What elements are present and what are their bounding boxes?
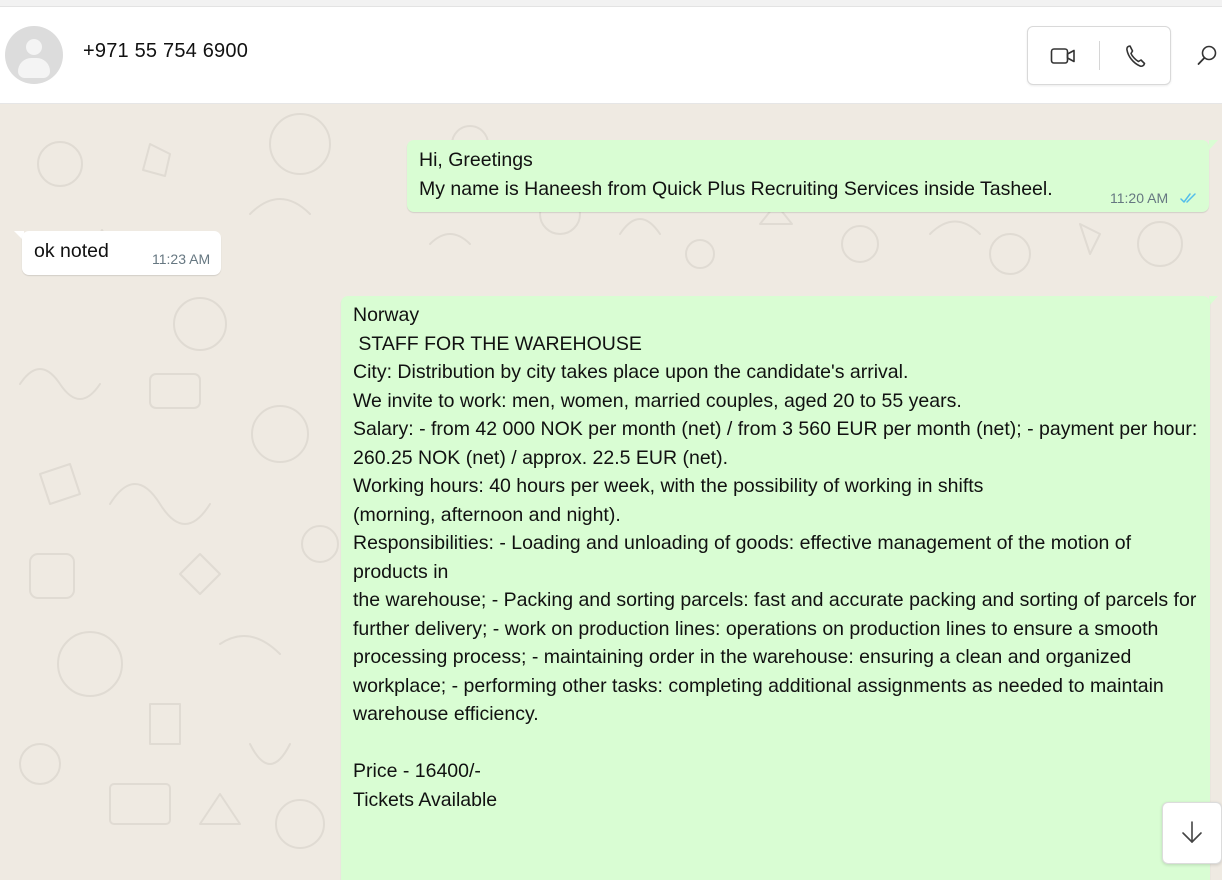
- read-receipt-double-check-icon: [1180, 193, 1196, 203]
- message-bubble-outgoing[interactable]: Norway STAFF FOR THE WAREHOUSE City: Dis…: [341, 296, 1210, 880]
- message-line: Tickets Available: [353, 788, 498, 811]
- message-line: City: Distribution by city takes place u…: [353, 361, 909, 383]
- search-button[interactable]: [1193, 41, 1221, 69]
- message-line: further delivery; - work on production l…: [353, 617, 1159, 640]
- message-timestamp: 11:20 AM: [1110, 190, 1169, 206]
- message-line: Price - 16400/-: [353, 760, 481, 782]
- message-text: ok noted: [34, 240, 109, 262]
- message-line: (morning, afternoon and night).: [353, 503, 621, 526]
- message-line: workplace; - performing other tasks: com…: [353, 674, 1164, 697]
- call-buttons-group: [1027, 26, 1171, 85]
- message-text: My name is Haneesh from Quick Plus Recru…: [419, 178, 1053, 200]
- video-call-icon: [1050, 47, 1075, 64]
- video-call-button[interactable]: [1028, 27, 1098, 84]
- message-line: ​: [353, 729, 1203, 758]
- voice-call-icon: [1126, 44, 1146, 67]
- window-top-strip: [0, 0, 1222, 7]
- message-line: Salary: - from 42 000 NOK per month (net…: [353, 418, 1203, 469]
- arrow-down-icon: [1182, 821, 1202, 843]
- chat-header: +971 55 754 6900: [0, 7, 1222, 104]
- bubble-tail: [1209, 140, 1218, 150]
- message-line: Working hours: 40 hours per week, with t…: [353, 475, 984, 497]
- message-line: Responsibilities: - Loading and unloadin…: [353, 532, 1137, 583]
- bubble-tail: [1209, 296, 1218, 306]
- default-avatar-icon: [26, 39, 42, 55]
- message-bubble-incoming[interactable]: ok noted 11:23 AM: [22, 231, 221, 275]
- contact-name[interactable]: +971 55 754 6900: [83, 40, 248, 63]
- message-line: We invite to work: men, women, married c…: [353, 389, 962, 412]
- chat-area[interactable]: Hi, Greetings My name is Haneesh from Qu…: [0, 104, 1222, 880]
- message-timestamp: 11:23 AM: [152, 251, 211, 267]
- scroll-to-bottom-button[interactable]: [1162, 802, 1222, 864]
- message-text: Hi, Greetings: [419, 149, 533, 171]
- message-line: the warehouse; - Packing and sorting par…: [353, 589, 1197, 611]
- voice-call-button[interactable]: [1100, 27, 1170, 84]
- contact-avatar[interactable]: [5, 26, 63, 84]
- message-line: processing process; - maintaining order …: [353, 646, 1132, 668]
- message-line: STAFF FOR THE WAREHOUSE: [353, 332, 642, 355]
- search-icon: [1197, 45, 1217, 65]
- message-line: Norway: [353, 304, 420, 326]
- message-bubble-outgoing[interactable]: Hi, Greetings My name is Haneesh from Qu…: [407, 140, 1209, 212]
- message-body: Norway STAFF FOR THE WAREHOUSE City: Dis…: [353, 301, 1203, 814]
- message-line: warehouse efficiency.: [353, 703, 539, 725]
